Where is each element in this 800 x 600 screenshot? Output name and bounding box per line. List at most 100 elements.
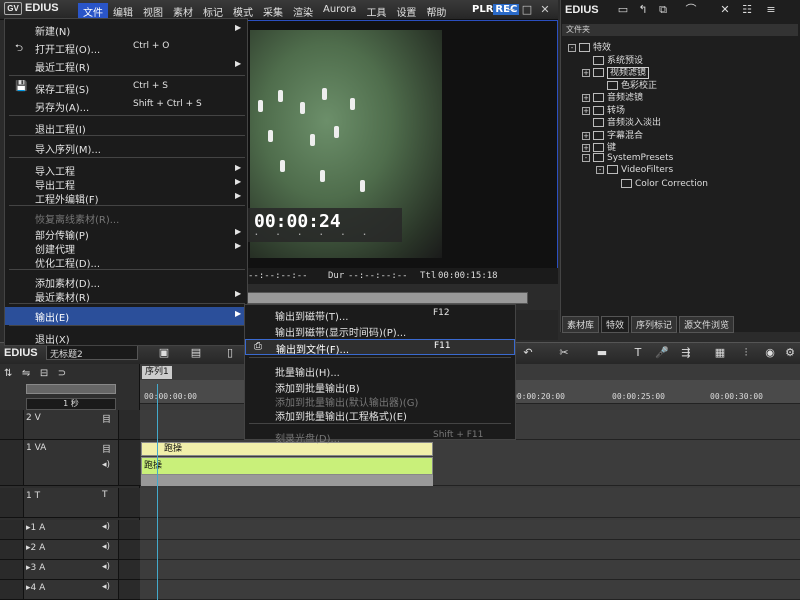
timecode-row: --:--:--:-- Dur --:--:--:-- Ttl 00:00:15…	[244, 268, 558, 284]
track-row[interactable]	[140, 520, 800, 540]
file-menu-item[interactable]: 退出(X)	[5, 329, 247, 347]
monitor-icon[interactable]: 目	[102, 412, 111, 425]
settings-icon[interactable]: ⚙	[782, 346, 798, 360]
cut-icon[interactable]: ✂	[556, 346, 572, 360]
track-row[interactable]	[140, 540, 800, 560]
grid-icon[interactable]: ▦	[712, 346, 728, 360]
tree-node[interactable]: + 音频滤镜	[582, 90, 643, 103]
tree-node[interactable]: + 转场	[582, 103, 625, 116]
copy-icon[interactable]: ⧉	[656, 3, 670, 17]
panel-tab[interactable]: 素材库	[562, 316, 600, 333]
folder-icon[interactable]: ▭	[616, 3, 630, 17]
tree-node[interactable]: 音频淡入淡出	[582, 115, 661, 128]
speaker-icon[interactable]: ◂)	[102, 562, 110, 572]
track-header-1va[interactable]: 1 VA 目 ◂)	[0, 440, 140, 486]
tree-node[interactable]: Color Correction	[610, 178, 708, 189]
mixer-icon[interactable]: ⫶	[738, 346, 754, 360]
tree-node[interactable]: - 特效	[568, 40, 611, 53]
audio-clip[interactable]: 跑操	[141, 457, 433, 475]
track-row[interactable]	[140, 560, 800, 580]
tree-node[interactable]: + 视频滤镜	[582, 65, 650, 79]
track-header-3a[interactable]: ▸3 A ◂)	[0, 560, 140, 580]
export-menu-item[interactable]: 输出到磁带(T)... F12	[245, 307, 515, 323]
file-menu-item[interactable]: 最近工程(R) ▶	[5, 57, 247, 75]
collapse-icon[interactable]: -	[582, 153, 590, 162]
tree-node[interactable]: 系统预设	[582, 53, 643, 66]
expand-icon[interactable]: +	[582, 69, 590, 77]
doc-icon[interactable]: ▯	[222, 346, 238, 360]
file-menu-item[interactable]: ⮌ 打开工程(O)... Ctrl + O	[5, 39, 247, 57]
menu-10[interactable]: 设置	[391, 3, 421, 20]
file-menu-item[interactable]: 最近素材(R) ▶	[5, 287, 247, 305]
render-icon[interactable]: ⇶	[678, 346, 694, 360]
maximize-icon[interactable]: □	[520, 3, 534, 16]
track-row[interactable]	[140, 580, 800, 600]
file-menu-item[interactable]: 💾 保存工程(S) Ctrl + S	[5, 79, 247, 97]
speaker-icon[interactable]: ◂)	[102, 582, 110, 592]
panel-tab[interactable]: 序列标记	[631, 316, 678, 333]
speaker-icon[interactable]: ◂)	[102, 460, 110, 470]
track-header-1a[interactable]: ▸1 A ◂)	[0, 520, 140, 540]
undo-icon[interactable]: ↶	[520, 346, 536, 360]
tree-node[interactable]: + 键	[582, 140, 616, 153]
file-menu-item[interactable]: 新建(N) ▶	[5, 21, 247, 39]
collapse-icon[interactable]: -	[568, 44, 576, 52]
expand-icon[interactable]: +	[582, 131, 590, 140]
file-menu-item[interactable]: 工程外编辑(F) ▶	[5, 189, 247, 207]
track-header-2a[interactable]: ▸2 A ◂)	[0, 540, 140, 560]
track-row[interactable]	[140, 488, 800, 518]
sequence-tab[interactable]: 序列1	[142, 366, 172, 379]
view-icon[interactable]: ☷	[740, 3, 754, 17]
export-menu-item[interactable]: 添加到批量输出(工程格式)(E)	[245, 407, 515, 423]
submenu-arrow-icon: ▶	[235, 227, 242, 236]
up-folder-icon[interactable]: ↰	[636, 3, 650, 17]
menu-8[interactable]: Aurora	[318, 3, 361, 20]
menu-7[interactable]: 渲染	[288, 3, 318, 20]
export-menu-item[interactable]: 批量输出(H)...	[245, 363, 515, 379]
file-menu-item[interactable]: 另存为(A)... Shift + Ctrl + S	[5, 97, 247, 115]
open-icon[interactable]: ▤	[188, 346, 204, 360]
zoom-slider[interactable]	[26, 384, 116, 394]
track-header-1t[interactable]: 1 TT	[0, 488, 140, 518]
file-menu-item[interactable]: 优化工程(D)...	[5, 253, 247, 271]
timescale-select[interactable]: 1 秒	[26, 398, 116, 410]
tree-node[interactable]: 色彩校正	[596, 78, 657, 91]
preview-scrub-bar[interactable]	[244, 292, 528, 304]
speaker-icon[interactable]: ◂)	[102, 542, 110, 552]
file-menu-item[interactable]: 输出(E) ▶	[5, 307, 247, 325]
tree-node[interactable]: + 字幕混合	[582, 128, 643, 141]
menu-9[interactable]: 工具	[361, 3, 391, 20]
close-icon[interactable]: ✕	[538, 3, 552, 16]
track-header-4a[interactable]: ▸4 A ◂)	[0, 580, 140, 600]
export-menu-item[interactable]: ⎙ 输出到文件(F)... F11	[245, 339, 515, 356]
panel-tab[interactable]: 源文件浏览	[679, 316, 735, 333]
microphone-icon[interactable]: 🎤	[654, 346, 670, 360]
color-icon[interactable]: ◉	[762, 346, 778, 360]
menu-6[interactable]: 采集	[258, 3, 288, 20]
track-header-2v[interactable]: 2 V目	[0, 410, 140, 440]
menu-11[interactable]: 帮助	[421, 3, 451, 20]
folder-icon	[593, 152, 604, 162]
plr-label[interactable]: PLR	[472, 4, 493, 15]
speaker-icon[interactable]: ◂)	[102, 522, 110, 532]
tree-node[interactable]: - VideoFilters	[596, 165, 673, 175]
tree-node[interactable]: - SystemPresets	[582, 152, 673, 163]
project-name-field[interactable]: 无标题2	[46, 345, 138, 360]
expand-icon[interactable]: +	[582, 106, 590, 115]
monitor-icon[interactable]: 目	[102, 442, 111, 455]
effect-icon[interactable]: ⌒	[684, 3, 698, 17]
file-menu-item[interactable]: 导入序列(M)...	[5, 139, 247, 157]
expand-icon[interactable]: +	[582, 144, 590, 152]
title-icon[interactable]: T	[630, 346, 646, 360]
list-icon[interactable]: ≡	[764, 3, 778, 17]
expand-icon[interactable]: +	[582, 94, 590, 102]
new-sequence-icon[interactable]: ▣	[156, 346, 172, 360]
delete-icon[interactable]: ✕	[718, 3, 732, 17]
panel-tab[interactable]: 特效	[601, 316, 630, 333]
collapse-icon[interactable]: -	[596, 166, 604, 174]
minimize-icon[interactable]: −	[504, 3, 518, 16]
export-menu-item[interactable]: 输出到磁带(显示时间码)(P)...	[245, 323, 515, 339]
file-menu-item[interactable]: 退出工程(I)	[5, 119, 247, 137]
playhead[interactable]	[157, 384, 158, 600]
trim-icon[interactable]: ▬	[594, 346, 610, 360]
